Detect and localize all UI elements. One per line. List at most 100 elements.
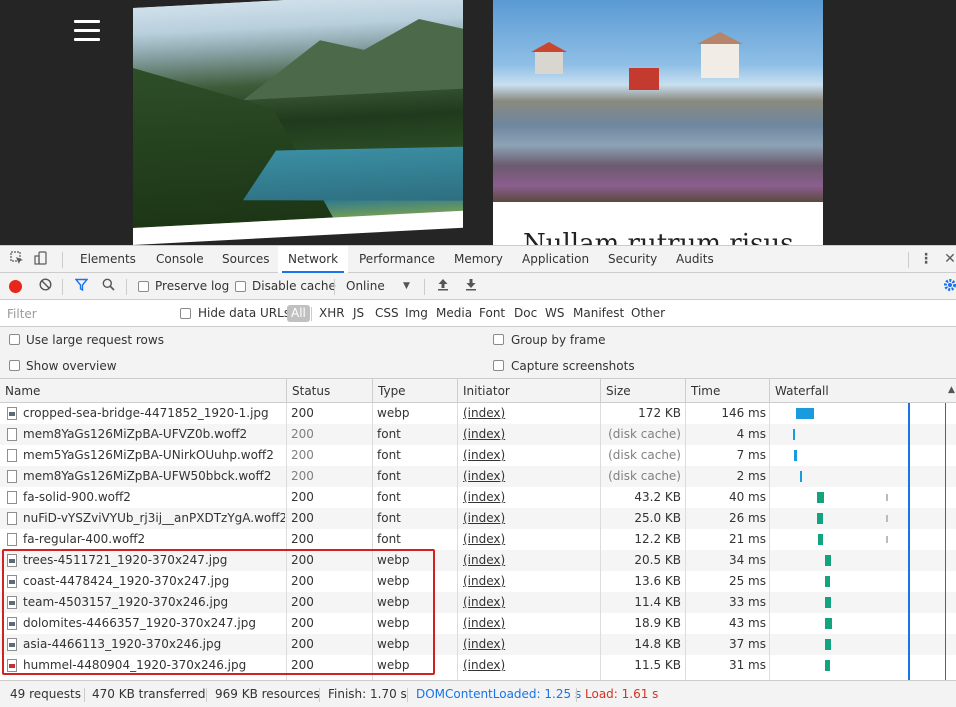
clear-icon[interactable]	[37, 278, 53, 294]
cell-name[interactable]: dolomites-4466357_1920-370x247.jpg	[23, 613, 285, 634]
cell-initiator[interactable]: (index)	[463, 655, 593, 676]
table-row[interactable]: mem8YaGs126MiZpBA-UFVZ0b.woff2 200 font (in…	[0, 424, 956, 445]
card-headline[interactable]: Nullam rutrum risus	[523, 229, 793, 245]
filter-type-img[interactable]: Img	[405, 305, 428, 322]
table-row[interactable]: team-4503157_1920-370x246.jpg 200 webp (ind…	[0, 592, 956, 613]
filter-type-other[interactable]: Other	[631, 305, 665, 322]
waterfall-bar[interactable]	[800, 471, 802, 482]
cell-name[interactable]: coast-4478424_1920-370x247.jpg	[23, 571, 285, 592]
tab-sources[interactable]: Sources	[222, 246, 269, 273]
filter-type-font[interactable]: Font	[479, 305, 505, 322]
filter-type-css[interactable]: CSS	[375, 305, 399, 322]
cell-name[interactable]: fa-regular-400.woff2	[23, 529, 285, 550]
filter-icon[interactable]	[73, 278, 89, 294]
tab-security[interactable]: Security	[608, 246, 657, 273]
capture-screenshots-checkbox[interactable]	[493, 360, 504, 371]
column-header-initiator[interactable]: Initiator	[457, 379, 601, 403]
record-button[interactable]	[9, 280, 22, 293]
waterfall-bar[interactable]	[794, 450, 797, 461]
more-options-icon[interactable]: ⋮	[918, 251, 934, 267]
device-toolbar-icon[interactable]	[33, 251, 49, 267]
table-row[interactable]: fa-regular-400.woff2 200 font (index) 12.2 K…	[0, 529, 956, 550]
table-row[interactable]: mem5YaGs126MiZpBA-UNirkOUuhp.woff2 200 fon…	[0, 445, 956, 466]
tab-console[interactable]: Console	[156, 246, 204, 273]
waterfall-bar[interactable]	[825, 660, 830, 671]
tab-performance[interactable]: Performance	[359, 246, 435, 273]
cell-name[interactable]: asia-4466113_1920-370x246.jpg	[23, 634, 285, 655]
table-row[interactable]: coast-4478424_1920-370x247.jpg 200 webp (in…	[0, 571, 956, 592]
tab-network[interactable]: Network	[281, 246, 345, 273]
preserve-log-checkbox[interactable]	[138, 281, 149, 292]
tab-memory[interactable]: Memory	[454, 246, 503, 273]
network-settings-gear-icon[interactable]	[942, 278, 956, 294]
cell-initiator[interactable]: (index)	[463, 487, 593, 508]
show-overview-checkbox[interactable]	[9, 360, 20, 371]
table-row[interactable]: asia-4466113_1920-370x246.jpg 200 webp (ind…	[0, 634, 956, 655]
search-icon[interactable]	[100, 278, 116, 294]
cell-initiator[interactable]: (index)	[463, 529, 593, 550]
filter-input[interactable]	[3, 304, 167, 323]
cell-initiator[interactable]: (index)	[463, 613, 593, 634]
tab-audits[interactable]: Audits	[676, 246, 714, 273]
table-row[interactable]: trees-4511721_1920-370x247.jpg 200 webp (in…	[0, 550, 956, 571]
waterfall-bar[interactable]	[825, 597, 831, 608]
filter-type-media[interactable]: Media	[436, 305, 472, 322]
cell-name[interactable]: team-4503157_1920-370x246.jpg	[23, 592, 285, 613]
table-row[interactable]: mem8YaGs126MiZpBA-UFW50bbck.woff2 200 font…	[0, 466, 956, 487]
import-har-icon[interactable]	[435, 278, 451, 294]
filter-type-ws[interactable]: WS	[545, 305, 564, 322]
waterfall-bar[interactable]	[825, 618, 832, 629]
sort-ascending-icon[interactable]: ▲	[948, 385, 955, 395]
cell-initiator[interactable]: (index)	[463, 571, 593, 592]
cell-initiator[interactable]: (index)	[463, 634, 593, 655]
cell-name[interactable]: nuFiD-vYSZviVYUb_rj3ij__anPXDTzYgA.woff2	[23, 508, 285, 529]
cell-initiator[interactable]: (index)	[463, 466, 593, 487]
cell-initiator[interactable]: (index)	[463, 592, 593, 613]
table-row[interactable]: dolomites-4466357_1920-370x247.jpg 200 web…	[0, 613, 956, 634]
table-row[interactable]: fa-solid-900.woff2 200 font (index) 43.2 KB 4…	[0, 487, 956, 508]
waterfall-bar[interactable]	[825, 639, 831, 650]
forest-card[interactable]	[133, 0, 463, 245]
waterfall-bar[interactable]	[825, 576, 830, 587]
waterfall-bar[interactable]	[818, 534, 823, 545]
filter-type-doc[interactable]: Doc	[514, 305, 537, 322]
cell-name[interactable]: fa-solid-900.woff2	[23, 487, 285, 508]
column-header-size[interactable]: Size	[600, 379, 686, 403]
hide-data-urls-checkbox[interactable]	[180, 308, 191, 319]
cell-name[interactable]: mem8YaGs126MiZpBA-UFW50bbck.woff2	[23, 466, 285, 487]
waterfall-bar[interactable]	[796, 408, 814, 419]
chevron-down-icon[interactable]: ▼	[403, 281, 410, 291]
column-header-time[interactable]: Time	[685, 379, 770, 403]
disable-cache-checkbox[interactable]	[235, 281, 246, 292]
cell-initiator[interactable]: (index)	[463, 508, 593, 529]
close-devtools-icon[interactable]: ✕	[942, 251, 956, 267]
tab-elements[interactable]: Elements	[80, 246, 136, 273]
waterfall-bar[interactable]	[825, 555, 831, 566]
cell-name[interactable]: trees-4511721_1920-370x247.jpg	[23, 550, 285, 571]
group-by-frame-checkbox[interactable]	[493, 334, 504, 345]
waterfall-bar[interactable]	[793, 429, 795, 440]
cell-initiator[interactable]: (index)	[463, 403, 593, 424]
table-row[interactable]: cropped-sea-bridge-4471852_1920-1.jpg 200…	[0, 403, 956, 424]
waterfall-bar[interactable]	[817, 492, 824, 503]
hamburger-menu-icon[interactable]	[74, 20, 100, 42]
tab-application[interactable]: Application	[522, 246, 589, 273]
large-rows-checkbox[interactable]	[9, 334, 20, 345]
cell-name[interactable]: cropped-sea-bridge-4471852_1920-1.jpg	[23, 403, 285, 424]
filter-type-js[interactable]: JS	[353, 305, 364, 322]
column-header-type[interactable]: Type	[372, 379, 458, 403]
throttling-select[interactable]: Online	[346, 279, 385, 293]
column-header-waterfall[interactable]: Waterfall	[769, 379, 956, 403]
inspect-element-icon[interactable]	[9, 251, 25, 267]
export-har-icon[interactable]	[463, 278, 479, 294]
table-row[interactable]: hummel-4480904_1920-370x246.jpg 200 webp (i…	[0, 655, 956, 676]
table-row[interactable]: nuFiD-vYSZviVYUb_rj3ij__anPXDTzYgA.woff2…	[0, 508, 956, 529]
cell-name[interactable]: hummel-4480904_1920-370x246.jpg	[23, 655, 285, 676]
coast-card[interactable]: Nullam rutrum risus	[493, 0, 823, 245]
waterfall-bar[interactable]	[817, 513, 823, 524]
cell-initiator[interactable]: (index)	[463, 445, 593, 466]
cell-initiator[interactable]: (index)	[463, 550, 593, 571]
cell-initiator[interactable]: (index)	[463, 424, 593, 445]
cell-name[interactable]: mem8YaGs126MiZpBA-UFVZ0b.woff2	[23, 424, 285, 445]
filter-type-xhr[interactable]: XHR	[319, 305, 345, 322]
